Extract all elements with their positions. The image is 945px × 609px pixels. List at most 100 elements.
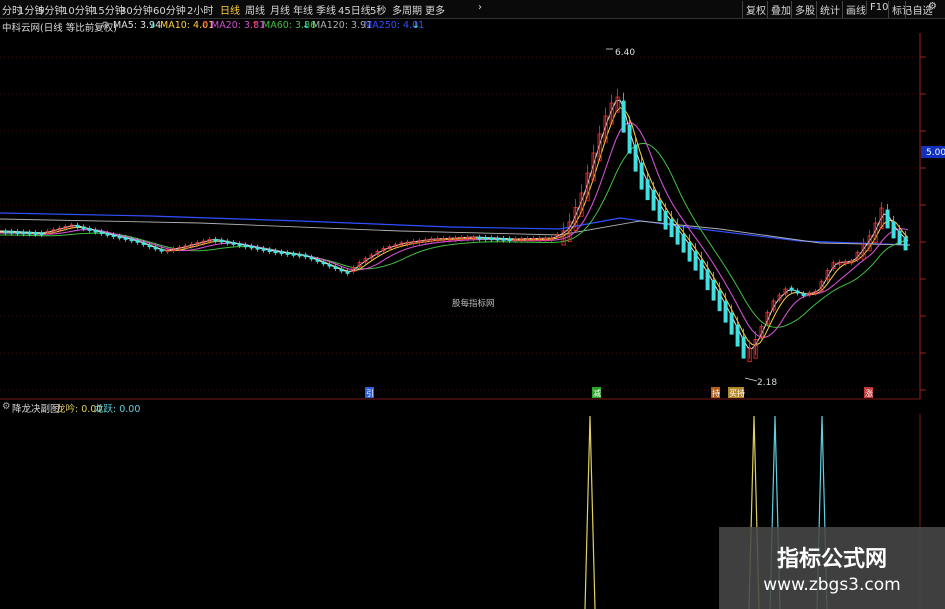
gear-icon[interactable]: ⚙ (928, 1, 937, 12)
longyue-label: 龙跃: 0.00 (94, 404, 141, 415)
period-tab[interactable]: 更多 (425, 2, 445, 17)
candle (477, 236, 482, 240)
signal-marker-label: 引 (366, 389, 374, 398)
candle (261, 247, 266, 251)
signal-marker: 引 (365, 387, 374, 398)
candle (219, 239, 224, 243)
center-watermark: 股每指标网 (452, 298, 495, 309)
peak-label: 6.40 (615, 48, 635, 58)
candle (225, 240, 230, 244)
candle (495, 237, 500, 241)
candle (633, 144, 638, 172)
candle (729, 312, 734, 335)
candle (255, 246, 260, 250)
candle (699, 260, 704, 280)
ma60-arrow-down-icon: ↓ (302, 20, 310, 31)
candle (309, 256, 314, 260)
candle (333, 266, 338, 270)
candle (93, 229, 98, 233)
candle (75, 224, 80, 228)
candle (789, 287, 794, 291)
peak-annotation: 6.40 (606, 48, 635, 58)
period-tab[interactable]: 季线 (316, 2, 336, 17)
legend-settings-icon[interactable]: ⚙ (101, 20, 110, 31)
price-tag-label: 5.00 (926, 148, 945, 158)
candle (711, 279, 716, 301)
candle (345, 270, 350, 274)
candle (645, 179, 650, 201)
indicator-spike (584, 415, 596, 609)
candle (315, 258, 320, 262)
signal-marker: 涨 (864, 387, 873, 398)
candle (669, 218, 674, 238)
period-tab[interactable]: 年线 (293, 2, 313, 17)
candle (501, 237, 506, 241)
candle (327, 263, 332, 267)
candle (489, 237, 494, 241)
candle (705, 269, 710, 291)
period-tab[interactable]: 月线 (270, 2, 290, 17)
candle (105, 232, 110, 236)
period-tab[interactable]: 30分钟 (120, 2, 153, 17)
period-tab[interactable]: 5分钟 (38, 2, 64, 17)
tool-button[interactable]: 复权 (742, 1, 769, 18)
candle (147, 244, 152, 248)
ma10-arrow-up-icon: ↑ (201, 20, 209, 31)
sub-title: 降龙决副图 (12, 404, 60, 415)
period-toolbar: 分时 1分钟 5分钟 10分钟 15分钟 30分钟 60分钟 2小时 日线 周线 月线 年线 季线 45日… (0, 0, 945, 19)
sub-settings-icon[interactable]: ⚙ (2, 401, 11, 412)
period-tab[interactable]: 周线 (245, 2, 265, 17)
candle (681, 233, 686, 253)
more-arrow-icon[interactable]: › (478, 2, 482, 13)
period-tab[interactable]: 5秒 (370, 2, 386, 17)
candle (297, 253, 302, 257)
candle (507, 238, 512, 242)
candle (303, 254, 308, 258)
tool-button[interactable]: 统计 (816, 1, 843, 18)
candle (153, 246, 158, 250)
period-tab[interactable]: 45日线 (338, 2, 371, 17)
candle (795, 290, 800, 294)
candle (897, 230, 902, 245)
ma-line (0, 99, 909, 350)
period-tab[interactable]: 60分钟 (153, 2, 186, 17)
candle (651, 189, 656, 211)
candle (291, 252, 296, 256)
candle (21, 231, 26, 235)
signal-marker-label: 持 (712, 388, 720, 398)
ma5-arrow-down-icon: ↓ (149, 20, 157, 31)
period-tab[interactable]: 10分钟 (62, 2, 95, 17)
candle (129, 238, 134, 242)
candle (903, 236, 908, 251)
watermark-url: www.zbgs3.com (763, 575, 901, 595)
candle (693, 251, 698, 271)
tool-button[interactable]: 画线 (842, 1, 869, 18)
period-tab[interactable]: 多周期 (392, 2, 422, 17)
ma250-arrow-down-icon: ↓ (412, 20, 420, 31)
ma-legend: 中科云网(日线 等比前复权) ⚙ MA5: 3.94 ↓ MA10: 4.01 … (0, 19, 945, 34)
candle (237, 243, 242, 247)
candle (87, 228, 92, 231)
tool-button[interactable]: 多股 (791, 1, 818, 18)
signal-marker: 持 (711, 387, 720, 398)
candle (483, 237, 488, 240)
candle (231, 241, 236, 245)
candle (159, 248, 164, 252)
candle (81, 226, 86, 230)
candle (39, 232, 44, 236)
period-tab[interactable]: 日线 (220, 2, 240, 17)
candlestick-chart[interactable]: 股每指标网 6.40 2.18 5.00 引 减 持买持 涨 (0, 33, 945, 400)
stock-title: 中科云网(日线 等比前复权) (2, 23, 117, 34)
candle (687, 242, 692, 262)
candle (723, 300, 728, 323)
tool-button[interactable]: 叠加 (767, 1, 794, 18)
candle (639, 162, 644, 190)
candle (627, 124, 632, 154)
candle (279, 251, 284, 255)
candle (213, 238, 218, 242)
period-tab[interactable]: 2小时 (187, 2, 213, 17)
site-watermark: 指标公式网 www.zbgs3.com (719, 527, 945, 609)
candle (675, 226, 680, 245)
signal-markers: 引 减 持买持 涨 (365, 387, 873, 398)
candle (15, 231, 20, 234)
